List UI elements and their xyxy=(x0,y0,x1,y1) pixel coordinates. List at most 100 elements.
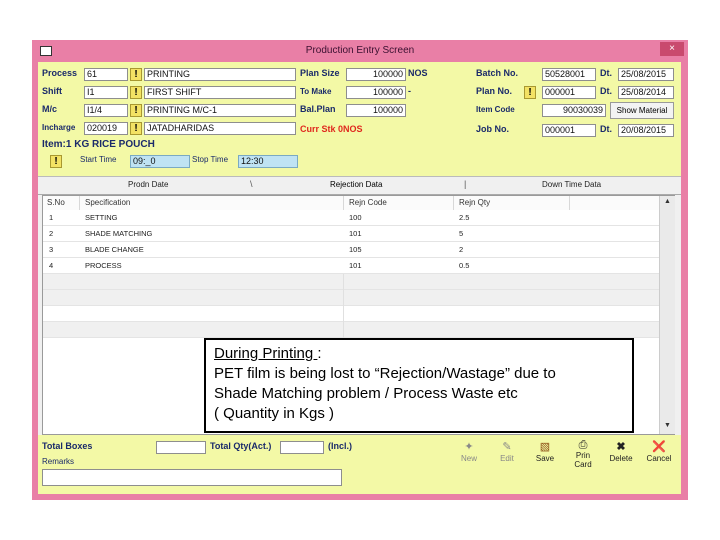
remarks-label: Remarks xyxy=(42,457,75,466)
plan-date-field[interactable]: 25/08/2014 xyxy=(618,86,674,99)
row-specification: SHADE MATCHING xyxy=(85,229,153,238)
empty-row[interactable] xyxy=(43,322,659,338)
table-row[interactable]: 2 SHADE MATCHING 101 5 xyxy=(43,226,659,242)
print-card-label-1: Prin xyxy=(575,451,591,460)
window-title: Production Entry Screen xyxy=(305,45,415,56)
total-qty-field[interactable] xyxy=(280,441,324,454)
header-panel: Process 61 ! PRINTING Shift I1 ! FIRST S… xyxy=(38,62,681,176)
total-boxes-label: Total Boxes xyxy=(42,441,93,451)
column-header-rejn-qty: Rejn Qty xyxy=(459,198,491,207)
plan-size-label: Plan Size xyxy=(300,68,340,78)
row-specification: PROCESS xyxy=(85,261,122,270)
batch-no-label: Batch No. xyxy=(476,68,519,78)
item-code-field[interactable]: 90030039 xyxy=(542,104,606,117)
annotation-line-3: ( Quantity in Kgs ) xyxy=(214,405,335,422)
plan-no-label: Plan No. xyxy=(476,86,513,96)
annotation-colon: : xyxy=(317,345,322,362)
plan-no-field[interactable]: 000001 xyxy=(542,86,596,99)
job-date-field[interactable]: 20/08/2015 xyxy=(618,124,674,137)
scroll-down-icon[interactable]: ▼ xyxy=(664,422,671,429)
tab-down-time-data[interactable]: Down Time Data xyxy=(542,180,601,189)
current-stock-label: Curr Stk 0NOS xyxy=(300,124,363,134)
mc-label: M/c xyxy=(42,104,58,114)
tab-strip: Prodn Date ‌\ Rejection Data | Down Time… xyxy=(38,176,681,195)
save-icon: ▧ xyxy=(539,441,551,453)
item-label: Item:1 KG RICE POUCH xyxy=(42,139,155,150)
mc-lookup-button[interactable]: ! xyxy=(130,104,142,117)
shift-lookup-button[interactable]: ! xyxy=(130,86,142,99)
print-icon: ⎙ xyxy=(578,439,588,451)
bal-plan-field[interactable]: 100000 xyxy=(346,104,406,117)
process-lookup-button[interactable]: ! xyxy=(130,68,142,81)
tab-divider-icon: | xyxy=(464,179,467,189)
batch-date-label: Dt. xyxy=(600,68,612,78)
row-rejn-code: 105 xyxy=(349,245,362,254)
batch-no-field[interactable]: 50528001 xyxy=(542,68,596,81)
mc-name-field[interactable]: PRINTING M/C-1 xyxy=(144,104,296,117)
to-make-label: To Make xyxy=(300,87,332,96)
plan-date-label: Dt. xyxy=(600,86,612,96)
start-time-label: Start Time xyxy=(80,155,117,164)
shift-code-field[interactable]: I1 xyxy=(84,86,128,99)
total-boxes-field[interactable] xyxy=(156,441,206,454)
plan-size-field[interactable]: 100000 xyxy=(346,68,406,81)
production-entry-window: Production Entry Screen × Process 61 ! P… xyxy=(32,40,688,500)
client-area: Process 61 ! PRINTING Shift I1 ! FIRST S… xyxy=(38,62,681,494)
cancel-button[interactable]: ❌ Cancel xyxy=(644,441,674,467)
job-no-field[interactable]: 000001 xyxy=(542,124,596,137)
start-time-field[interactable]: 09:_0 xyxy=(130,155,190,168)
show-material-button[interactable]: Show Material xyxy=(610,102,674,119)
process-name-field[interactable]: PRINTING xyxy=(144,68,296,81)
job-no-label: Job No. xyxy=(476,124,509,134)
incharge-name-field[interactable]: JATADHARIDAS xyxy=(144,122,296,135)
delete-button-label: Delete xyxy=(609,454,633,463)
job-date-label: Dt. xyxy=(600,124,612,134)
tab-prodn-date[interactable]: Prodn Date xyxy=(128,180,168,189)
tab-rejection-data[interactable]: Rejection Data xyxy=(330,180,382,189)
delete-icon: ✖ xyxy=(616,441,626,453)
annotation-line-1: PET film is being lost to “Rejection/Was… xyxy=(214,365,556,382)
row-rejn-qty: 5 xyxy=(459,229,464,238)
print-card-button[interactable]: ⎙ Prin Card xyxy=(568,439,598,470)
empty-row[interactable] xyxy=(43,306,659,322)
edit-button[interactable]: ✎ Edit xyxy=(492,441,522,467)
incharge-label: Incharge xyxy=(42,123,76,132)
delete-button[interactable]: ✖ Delete xyxy=(606,441,636,467)
column-header-specification: Specification xyxy=(85,198,131,207)
table-row[interactable]: 3 BLADE CHANGE 105 2 xyxy=(43,242,659,258)
empty-row[interactable] xyxy=(43,290,659,306)
incl-label: (Incl.) xyxy=(328,441,352,451)
grid-scrollbar[interactable]: ▲ ▼ xyxy=(659,196,675,434)
save-button[interactable]: ▧ Save xyxy=(530,441,560,467)
new-button[interactable]: ✦ New xyxy=(454,441,484,467)
incharge-lookup-button[interactable]: ! xyxy=(130,122,142,135)
annotation-heading: During Printing xyxy=(214,345,318,362)
time-warning-button[interactable]: ! xyxy=(50,155,62,168)
remarks-field[interactable] xyxy=(42,469,342,486)
close-button[interactable]: × xyxy=(660,42,684,56)
scroll-up-icon[interactable]: ▲ xyxy=(664,198,671,205)
row-rejn-code: 101 xyxy=(349,261,362,270)
batch-date-field[interactable]: 25/08/2015 xyxy=(618,68,674,81)
item-code-label: Item Code xyxy=(476,105,515,114)
plan-lookup-button[interactable]: ! xyxy=(524,86,536,99)
annotation-line-2: Shade Matching problem / Process Waste e… xyxy=(214,385,518,402)
tab-divider-icon: ‌\ xyxy=(250,179,253,189)
edit-icon: ✎ xyxy=(502,441,512,453)
row-sno: 2 xyxy=(49,229,54,238)
row-rejn-qty: 2 xyxy=(459,245,464,254)
to-make-field[interactable]: 100000 xyxy=(346,86,406,99)
stop-time-field[interactable]: 12:30 xyxy=(238,155,298,168)
table-row[interactable]: 1 SETTING 100 2.5 xyxy=(43,210,659,226)
row-rejn-qty: 2.5 xyxy=(459,213,470,222)
annotation-callout: During Printing : PET film is being lost… xyxy=(204,338,634,433)
column-header-sno: S.No xyxy=(47,198,65,207)
incharge-code-field[interactable]: 020019 xyxy=(84,122,128,135)
process-code-field[interactable]: 61 xyxy=(84,68,128,81)
process-label: Process xyxy=(42,68,78,78)
to-make-unit: - xyxy=(408,86,411,96)
mc-code-field[interactable]: I1/4 xyxy=(84,104,128,117)
table-row[interactable]: 4 PROCESS 101 0.5 xyxy=(43,258,659,274)
empty-row[interactable] xyxy=(43,274,659,290)
shift-name-field[interactable]: FIRST SHIFT xyxy=(144,86,296,99)
